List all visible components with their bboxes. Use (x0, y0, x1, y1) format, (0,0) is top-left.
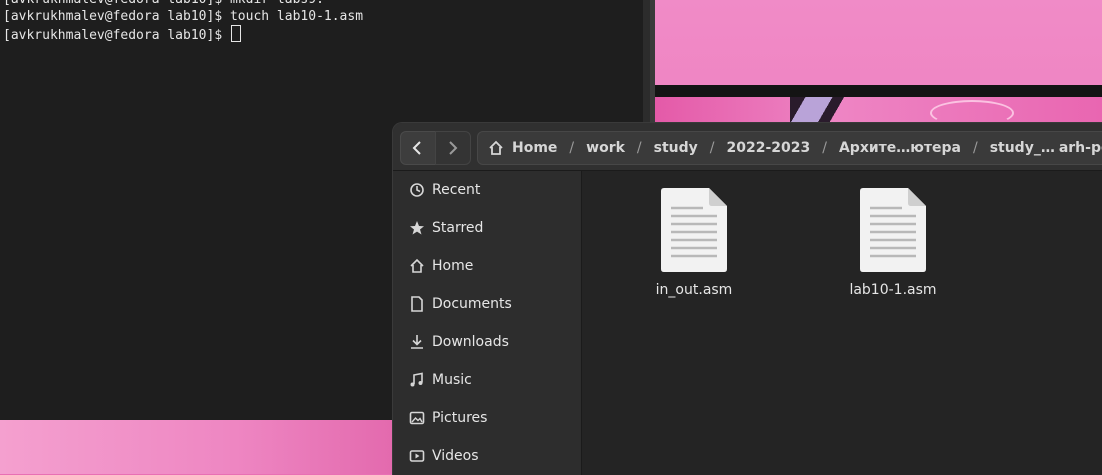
breadcrumb-study-folder[interactable]: study_… (988, 140, 1057, 156)
home-icon (488, 140, 504, 156)
text-file-icon (661, 188, 727, 272)
sidebar-item-home[interactable]: Home (393, 247, 581, 285)
back-button[interactable] (400, 131, 436, 165)
clock-icon (409, 182, 425, 198)
sidebar-item-recent[interactable]: Recent (393, 171, 581, 209)
path-bar: Home / work / study / 2022-2023 / Архите… (477, 131, 1102, 165)
picture-icon (409, 410, 425, 426)
breadcrumb-home[interactable]: Home (510, 140, 559, 156)
file-name: lab10-1.asm (849, 282, 937, 298)
star-icon (409, 220, 425, 236)
download-icon (409, 334, 425, 350)
file-name: in_out.asm (655, 282, 733, 298)
breadcrumb-year[interactable]: 2022-2023 (725, 140, 813, 156)
breadcrumb-separator: / (636, 140, 642, 156)
video-icon (409, 448, 425, 464)
sidebar: Recent Starred Home Documents Downloads … (393, 171, 582, 475)
wallpaper-bottom (0, 420, 392, 474)
sidebar-item-music[interactable]: Music (393, 361, 581, 399)
wallpaper-band (655, 85, 1102, 97)
sidebar-item-label: Pictures (432, 410, 488, 426)
file-item[interactable]: lab10-1.asm (833, 188, 953, 298)
file-manager-window: Home / work / study / 2022-2023 / Архите… (392, 122, 1102, 475)
home-icon (409, 258, 425, 274)
terminal-cursor (230, 25, 241, 42)
sidebar-item-label: Music (432, 372, 472, 388)
sidebar-item-label: Home (432, 258, 474, 274)
document-icon (409, 296, 425, 312)
sidebar-item-label: Downloads (432, 334, 509, 350)
text-file-icon (860, 188, 926, 272)
terminal-prompt-line[interactable]: [avkrukhmalev@fedora lab10]$ (3, 25, 241, 44)
music-icon (409, 372, 425, 388)
chevron-right-icon (449, 141, 458, 155)
sidebar-item-label: Recent (432, 182, 481, 198)
breadcrumb-separator: / (569, 140, 575, 156)
file-view: in_out.asm lab10-1.asm (582, 171, 1102, 475)
window-edge-inner (650, 0, 655, 130)
breadcrumb-separator: / (822, 140, 827, 156)
breadcrumb-work[interactable]: work (584, 140, 627, 156)
sidebar-item-label: Documents (432, 296, 512, 312)
forward-button[interactable] (435, 131, 471, 165)
sidebar-item-pictures[interactable]: Pictures (393, 399, 581, 437)
sidebar-item-label: Starred (432, 220, 484, 236)
sidebar-item-videos[interactable]: Videos (393, 437, 581, 475)
chevron-left-icon (412, 141, 421, 155)
terminal-line: [avkrukhmalev@fedora lab10]$ touch lab10… (3, 9, 364, 24)
sidebar-item-label: Videos (432, 448, 479, 464)
file-item[interactable]: in_out.asm (634, 188, 754, 298)
breadcrumb-arh-pc[interactable]: arh-pc (1057, 140, 1102, 156)
breadcrumb-course[interactable]: Архите…ютера (837, 140, 963, 156)
breadcrumb-study[interactable]: study (652, 140, 700, 156)
terminal-line: [avkrukhmalev@fedora lab10]$ mkdir labs9… (3, 0, 324, 8)
breadcrumb-separator: / (709, 140, 715, 156)
breadcrumb-separator: / (972, 140, 978, 156)
header-bar: Home / work / study / 2022-2023 / Архите… (393, 123, 1102, 171)
sidebar-item-downloads[interactable]: Downloads (393, 323, 581, 361)
sidebar-item-documents[interactable]: Documents (393, 285, 581, 323)
terminal-prompt: [avkrukhmalev@fedora lab10]$ (3, 28, 230, 43)
sidebar-item-starred[interactable]: Starred (393, 209, 581, 247)
